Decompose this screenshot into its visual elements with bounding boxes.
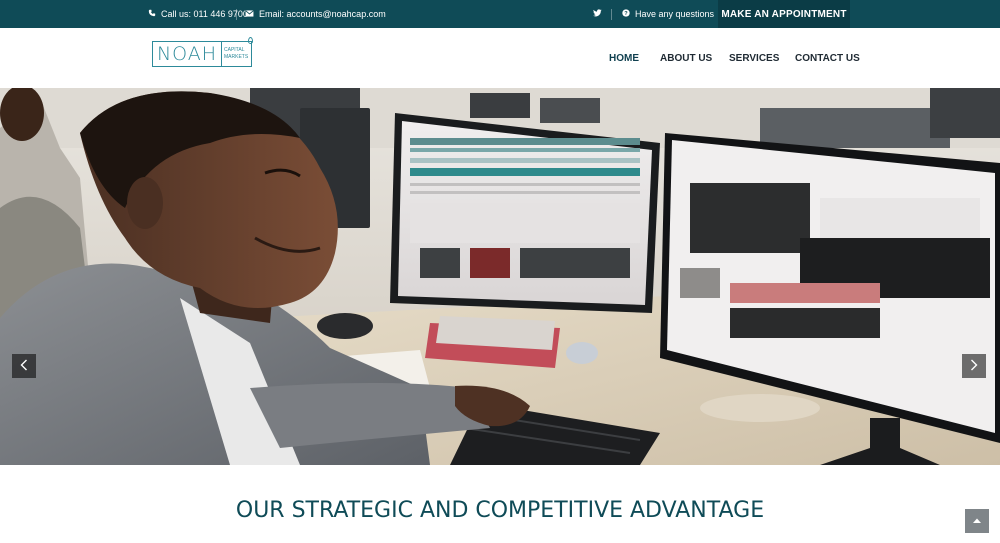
logo-drop-icon [248, 37, 253, 44]
chevron-left-icon [20, 358, 28, 374]
divider [611, 9, 612, 20]
hero-image [0, 88, 1000, 465]
envelope-icon [245, 9, 254, 19]
twitter-icon [593, 9, 602, 19]
site-header: NOAH CAPITAL MARKETS HOME ABOUT US SERVI… [0, 28, 1000, 88]
phone-icon [148, 9, 156, 19]
back-to-top-button[interactable] [965, 509, 989, 533]
svg-text:?: ? [624, 11, 628, 17]
email-text: Email: accounts@noahcap.com [259, 9, 386, 19]
logo-subtitle-line2: MARKETS [224, 54, 249, 60]
slider-next-button[interactable] [962, 354, 986, 378]
slider-prev-button[interactable] [12, 354, 36, 378]
twitter-link[interactable] [593, 0, 602, 28]
section-title: OUR STRATEGIC AND COMPETITIVE ADVANTAGE [235, 498, 765, 523]
question-circle-icon: ? [622, 9, 630, 19]
phone-text: Call us: 011 446 9700 [161, 9, 248, 19]
logo-subtitle: CAPITAL MARKETS [222, 41, 252, 67]
questions-text: Have any questions [635, 9, 715, 19]
top-bar: Call us: 011 446 9700 Email: accounts@no… [0, 0, 1000, 28]
chevron-right-icon [970, 358, 978, 374]
divider [236, 9, 237, 20]
nav-about-us[interactable]: ABOUT US [660, 28, 712, 88]
nav-services[interactable]: SERVICES [729, 28, 779, 88]
logo-subtitle-line1: CAPITAL [224, 47, 245, 53]
email-contact[interactable]: Email: accounts@noahcap.com [245, 0, 386, 28]
hero-slider [0, 88, 1000, 465]
phone-contact[interactable]: Call us: 011 446 9700 [148, 0, 248, 28]
noah-logo[interactable]: NOAH CAPITAL MARKETS [152, 37, 256, 68]
nav-home[interactable]: HOME [609, 28, 639, 88]
questions-link[interactable]: ? Have any questions [622, 0, 714, 28]
caret-up-icon [972, 515, 982, 527]
make-appointment-button[interactable]: MAKE AN APPOINTMENT [718, 0, 850, 28]
nav-contact-us[interactable]: CONTACT US [795, 28, 860, 88]
logo-wordmark: NOAH [152, 41, 222, 67]
